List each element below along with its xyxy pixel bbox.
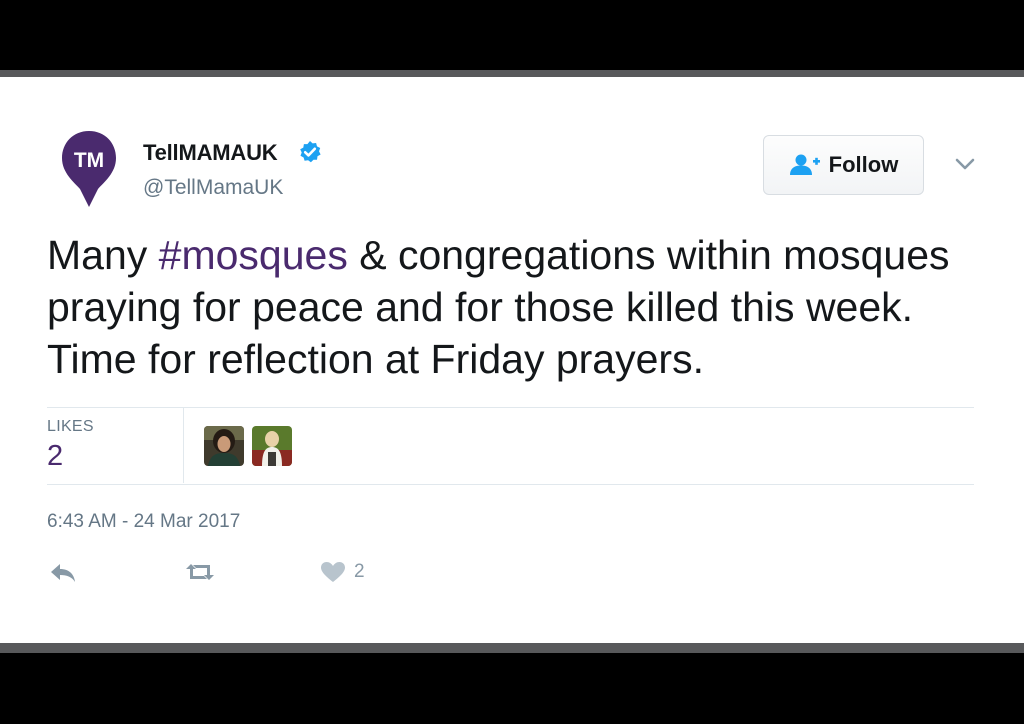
author-handle[interactable]: @TellMamaUK — [143, 176, 283, 200]
hashtag-link[interactable]: #mosques — [159, 232, 348, 278]
stats-divider-vertical — [183, 408, 184, 483]
heart-icon — [321, 562, 345, 582]
author-avatar[interactable]: TM — [60, 129, 118, 209]
follow-label: Follow — [828, 152, 899, 177]
like-button[interactable]: 2 — [320, 561, 365, 583]
retweet-icon — [186, 564, 214, 580]
stats-divider-bottom — [47, 484, 974, 485]
tweet-card: TM TellMAMAUK @TellMamaUK Follow Many #m… — [0, 77, 1024, 643]
verified-badge-icon — [300, 141, 321, 163]
avatar-initials: TM — [74, 149, 104, 172]
author-display-name[interactable]: TellMAMAUK — [143, 140, 278, 166]
likes-count[interactable]: 2 — [47, 440, 63, 473]
liker-avatar[interactable] — [252, 426, 292, 466]
like-count: 2 — [354, 561, 365, 582]
follow-button[interactable]: Follow — [763, 135, 924, 195]
reply-button[interactable] — [48, 561, 78, 583]
retweet-button[interactable] — [183, 561, 217, 583]
likes-label[interactable]: LIKES — [47, 418, 94, 436]
top-frame-strip — [0, 70, 1024, 77]
bottom-frame-strip — [0, 643, 1024, 653]
follow-person-icon — [789, 154, 820, 175]
tweet-text-lead: Many — [47, 232, 159, 278]
stats-divider-top — [47, 407, 974, 408]
tweet-timestamp[interactable]: 6:43 AM - 24 Mar 2017 — [47, 511, 240, 533]
caret-down-icon[interactable] — [954, 157, 976, 171]
liker-avatar[interactable] — [204, 426, 244, 466]
tweet-text: Many #mosques & congregations within mos… — [47, 229, 987, 385]
reply-icon — [51, 564, 75, 582]
